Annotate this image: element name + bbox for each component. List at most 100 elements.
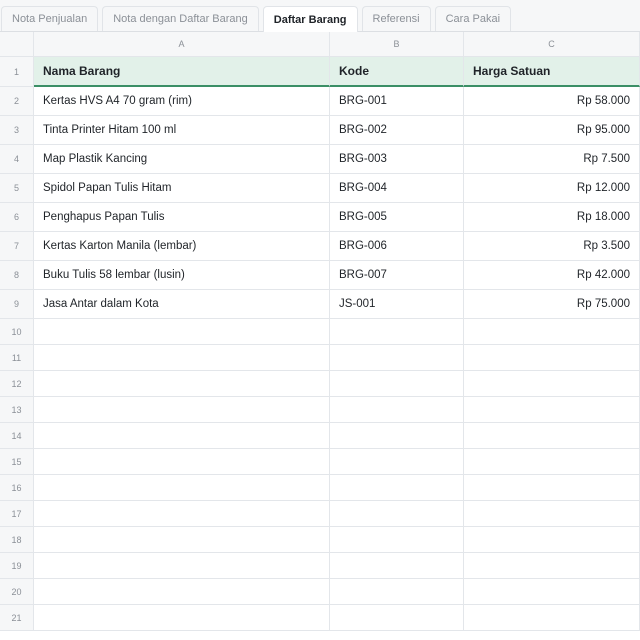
- empty-cell[interactable]: [464, 553, 640, 579]
- cell-item-name[interactable]: Penghapus Papan Tulis: [34, 203, 330, 232]
- empty-row: 21: [0, 605, 640, 631]
- cell-item-code[interactable]: BRG-004: [330, 174, 464, 203]
- row-number[interactable]: 1: [0, 57, 34, 87]
- empty-cell[interactable]: [464, 449, 640, 475]
- cell-unit-price[interactable]: Rp 95.000: [464, 116, 640, 145]
- tab-referensi[interactable]: Referensi: [361, 6, 431, 31]
- empty-cell[interactable]: [464, 423, 640, 449]
- row-number[interactable]: 21: [0, 605, 34, 631]
- cell-unit-price[interactable]: Rp 7.500: [464, 145, 640, 174]
- cell-unit-price[interactable]: Rp 58.000: [464, 87, 640, 116]
- empty-cell[interactable]: [330, 605, 464, 631]
- row-number[interactable]: 13: [0, 397, 34, 423]
- cell-unit-price[interactable]: Rp 12.000: [464, 174, 640, 203]
- row-number[interactable]: 6: [0, 203, 34, 232]
- cell-item-name[interactable]: Jasa Antar dalam Kota: [34, 290, 330, 319]
- empty-cell[interactable]: [330, 527, 464, 553]
- empty-cell[interactable]: [34, 579, 330, 605]
- empty-cell[interactable]: [34, 527, 330, 553]
- empty-cell[interactable]: [330, 449, 464, 475]
- column-header-a[interactable]: A: [34, 32, 330, 57]
- empty-cell[interactable]: [464, 345, 640, 371]
- empty-row: 17: [0, 501, 640, 527]
- empty-cell[interactable]: [34, 475, 330, 501]
- select-all-corner[interactable]: [0, 32, 34, 57]
- empty-cell[interactable]: [330, 345, 464, 371]
- table-row: 7 Kertas Karton Manila (lembar) BRG-006 Rp …: [0, 232, 640, 261]
- row-number[interactable]: 18: [0, 527, 34, 553]
- cell-item-code[interactable]: BRG-001: [330, 87, 464, 116]
- tab-daftar-barang[interactable]: Daftar Barang: [262, 6, 358, 32]
- cell-unit-price[interactable]: Rp 18.000: [464, 203, 640, 232]
- row-number[interactable]: 20: [0, 579, 34, 605]
- empty-cell[interactable]: [34, 371, 330, 397]
- row-number[interactable]: 19: [0, 553, 34, 579]
- empty-cell[interactable]: [330, 579, 464, 605]
- cell-item-name[interactable]: Spidol Papan Tulis Hitam: [34, 174, 330, 203]
- cell-unit-price[interactable]: Rp 75.000: [464, 290, 640, 319]
- row-number[interactable]: 15: [0, 449, 34, 475]
- row-number[interactable]: 14: [0, 423, 34, 449]
- cell-unit-price[interactable]: Rp 42.000: [464, 261, 640, 290]
- empty-cell[interactable]: [34, 605, 330, 631]
- header-cell-kode[interactable]: Kode: [330, 57, 464, 87]
- row-number[interactable]: 17: [0, 501, 34, 527]
- cell-item-code[interactable]: BRG-002: [330, 116, 464, 145]
- empty-cell[interactable]: [34, 449, 330, 475]
- empty-cell[interactable]: [34, 501, 330, 527]
- empty-cell[interactable]: [34, 345, 330, 371]
- cell-item-name[interactable]: Map Plastik Kancing: [34, 145, 330, 174]
- cell-item-code[interactable]: BRG-007: [330, 261, 464, 290]
- row-number[interactable]: 12: [0, 371, 34, 397]
- empty-cell[interactable]: [464, 319, 640, 345]
- cell-item-name[interactable]: Tinta Printer Hitam 100 ml: [34, 116, 330, 145]
- tab-nota-penjualan[interactable]: Nota Penjualan: [1, 6, 99, 31]
- empty-cell[interactable]: [464, 475, 640, 501]
- column-header-c[interactable]: C: [464, 32, 640, 57]
- empty-cell[interactable]: [464, 371, 640, 397]
- row-number[interactable]: 16: [0, 475, 34, 501]
- row-number[interactable]: 5: [0, 174, 34, 203]
- row-number[interactable]: 8: [0, 261, 34, 290]
- table-header-row: 1 Nama Barang Kode Harga Satuan: [0, 57, 640, 87]
- row-number[interactable]: 9: [0, 290, 34, 319]
- cell-item-name[interactable]: Kertas Karton Manila (lembar): [34, 232, 330, 261]
- cell-unit-price[interactable]: Rp 3.500: [464, 232, 640, 261]
- empty-cell[interactable]: [464, 527, 640, 553]
- empty-cell[interactable]: [330, 501, 464, 527]
- header-cell-nama-barang[interactable]: Nama Barang: [34, 57, 330, 87]
- row-number[interactable]: 7: [0, 232, 34, 261]
- empty-cell[interactable]: [330, 475, 464, 501]
- empty-cell[interactable]: [464, 397, 640, 423]
- empty-cell[interactable]: [330, 553, 464, 579]
- row-number[interactable]: 3: [0, 116, 34, 145]
- empty-cell[interactable]: [464, 605, 640, 631]
- cell-item-code[interactable]: BRG-006: [330, 232, 464, 261]
- table-row: 3 Tinta Printer Hitam 100 ml BRG-002 Rp 95.…: [0, 116, 640, 145]
- header-cell-harga-satuan[interactable]: Harga Satuan: [464, 57, 640, 87]
- empty-row: 14: [0, 423, 640, 449]
- empty-cell[interactable]: [330, 319, 464, 345]
- cell-item-code[interactable]: JS-001: [330, 290, 464, 319]
- empty-cell[interactable]: [464, 579, 640, 605]
- cell-item-code[interactable]: BRG-003: [330, 145, 464, 174]
- empty-cell[interactable]: [464, 501, 640, 527]
- tab-cara-pakai[interactable]: Cara Pakai: [434, 6, 512, 31]
- empty-row: 15: [0, 449, 640, 475]
- empty-cell[interactable]: [330, 423, 464, 449]
- row-number[interactable]: 11: [0, 345, 34, 371]
- empty-cell[interactable]: [34, 553, 330, 579]
- empty-cell[interactable]: [34, 319, 330, 345]
- empty-cell[interactable]: [330, 371, 464, 397]
- cell-item-name[interactable]: Buku Tulis 58 lembar (lusin): [34, 261, 330, 290]
- empty-cell[interactable]: [34, 397, 330, 423]
- empty-cell[interactable]: [330, 397, 464, 423]
- cell-item-name[interactable]: Kertas HVS A4 70 gram (rim): [34, 87, 330, 116]
- empty-cell[interactable]: [34, 423, 330, 449]
- column-header-b[interactable]: B: [330, 32, 464, 57]
- row-number[interactable]: 2: [0, 87, 34, 116]
- tab-nota-dengan-daftar-barang[interactable]: Nota dengan Daftar Barang: [102, 6, 259, 31]
- row-number[interactable]: 10: [0, 319, 34, 345]
- cell-item-code[interactable]: BRG-005: [330, 203, 464, 232]
- row-number[interactable]: 4: [0, 145, 34, 174]
